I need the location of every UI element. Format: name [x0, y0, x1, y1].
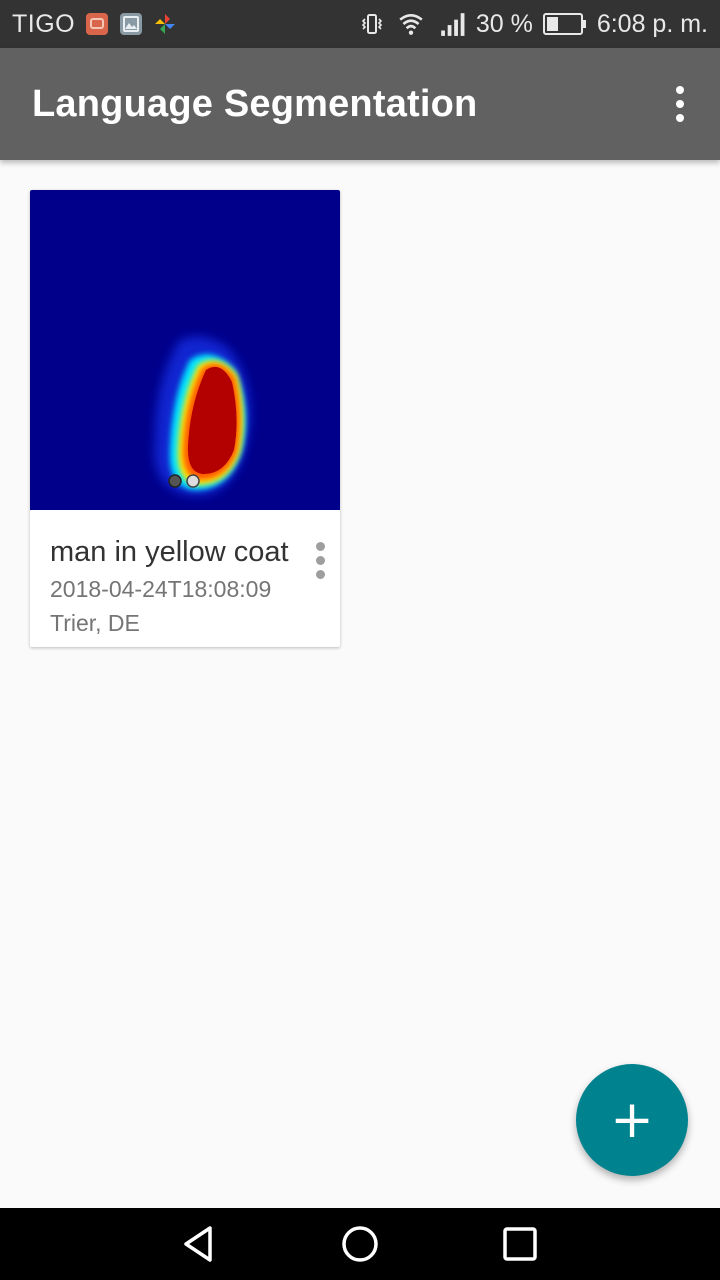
- menu-dot: [676, 100, 684, 108]
- battery-icon: [542, 13, 586, 35]
- battery-percent: 30 %: [475, 9, 533, 38]
- back-icon[interactable]: [178, 1222, 222, 1266]
- card-location: Trier, DE: [50, 610, 140, 636]
- menu-dot: [315, 541, 325, 551]
- menu-dot: [315, 555, 325, 565]
- add-button[interactable]: +: [576, 1064, 688, 1176]
- status-bar: TIGO 30 % 6:08 p. m.: [0, 0, 720, 48]
- clock: 6:08 p. m.: [596, 9, 708, 38]
- wifi-icon: [399, 14, 423, 35]
- carrier-name: TIGO: [12, 9, 76, 38]
- vibrate-icon: [361, 14, 382, 34]
- menu-dot: [315, 569, 325, 579]
- heatmap-segmentation-thumbnail[interactable]: [30, 190, 340, 510]
- menu-dot: [676, 114, 684, 122]
- home-icon[interactable]: [338, 1222, 382, 1266]
- card-date: 2018-04-24T18:08:09: [50, 576, 272, 602]
- segmentation-card[interactable]: man in yellow coat 2018-04-24T18:08:09 T…: [30, 190, 340, 647]
- gallery-icon: [120, 13, 143, 35]
- menu-dot: [676, 86, 684, 94]
- pinwheel-icon: [155, 14, 176, 34]
- recents-icon[interactable]: [498, 1222, 542, 1266]
- signal-icon: [441, 13, 465, 36]
- app-title: Language Segmentation: [32, 82, 478, 125]
- status-left: TIGO: [12, 10, 177, 39]
- add-icon: +: [610, 1090, 654, 1150]
- card-more-vert-icon[interactable]: [310, 538, 330, 582]
- navigation-bar: [0, 1208, 720, 1280]
- card-title: man in yellow coat: [50, 536, 289, 568]
- status-right: 30 % 6:08 p. m.: [360, 10, 708, 39]
- app-bar: Language Segmentation: [0, 48, 720, 160]
- screen: TIGO 30 % 6:08 p. m. Language Segmentati…: [0, 0, 720, 1280]
- more-vert-icon[interactable]: [668, 80, 692, 128]
- notification-app-icon: [86, 13, 109, 35]
